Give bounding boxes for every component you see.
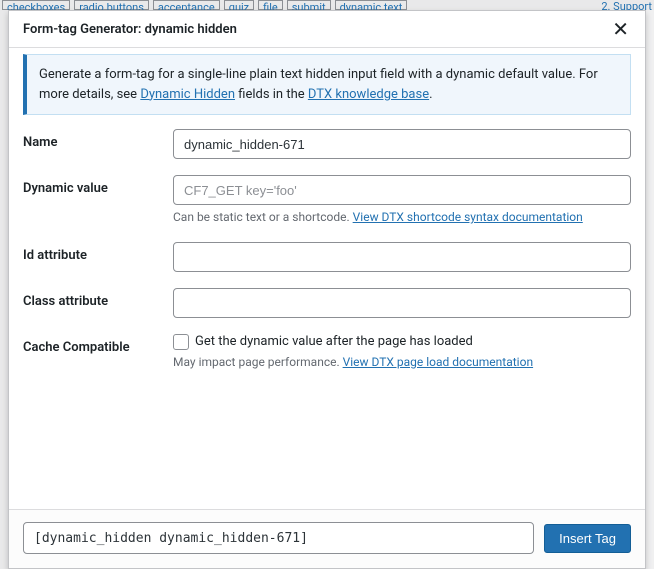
close-icon[interactable]: ✕ (610, 19, 631, 39)
class-attribute-label: Class attribute (23, 288, 173, 309)
dtx-kb-link[interactable]: DTX knowledge base (308, 87, 429, 102)
page-load-docs-link[interactable]: View DTX page load documentation (343, 355, 533, 369)
bg-tab[interactable]: submit (287, 0, 331, 10)
row-dynamic-value: Dynamic value Can be static text or a sh… (23, 175, 631, 226)
dynamic-value-label: Dynamic value (23, 175, 173, 196)
help-text: May impact page performance. (173, 355, 343, 369)
cache-compatible-checkbox[interactable] (173, 334, 189, 350)
id-attribute-input[interactable] (173, 242, 631, 272)
name-label: Name (23, 129, 173, 150)
banner-text: . (429, 87, 432, 102)
modal-title: Form-tag Generator: dynamic hidden (23, 22, 237, 37)
cache-compatible-label: Cache Compatible (23, 334, 173, 355)
bg-support-link[interactable]: 2. Support (601, 0, 652, 10)
row-name: Name (23, 129, 631, 159)
bg-tab[interactable]: quiz (224, 0, 254, 10)
row-id-attribute: Id attribute (23, 242, 631, 272)
bg-tab[interactable]: file (258, 0, 283, 10)
banner-text: fields in the (235, 87, 308, 102)
bg-tab[interactable]: radio buttons (74, 0, 149, 10)
id-attribute-label: Id attribute (23, 242, 173, 263)
background-tabs: checkboxes radio buttons acceptance quiz… (0, 0, 654, 10)
info-banner: Generate a form-tag for a single-line pl… (23, 54, 631, 115)
help-text: Can be static text or a shortcode. (173, 210, 353, 224)
form-tag-generator-modal: Form-tag Generator: dynamic hidden ✕ Gen… (8, 10, 646, 569)
shortcode-docs-link[interactable]: View DTX shortcode syntax documentation (353, 210, 583, 224)
bg-tab[interactable]: dynamic text (335, 0, 408, 10)
cache-compatible-checkbox-label[interactable]: Get the dynamic value after the page has… (195, 334, 473, 349)
modal-header: Form-tag Generator: dynamic hidden ✕ (9, 11, 645, 48)
background-dim (0, 10, 8, 569)
bg-tab[interactable]: acceptance (153, 0, 220, 10)
name-input[interactable] (173, 129, 631, 159)
dynamic-value-help: Can be static text or a shortcode. View … (173, 209, 631, 226)
cache-compatible-help: May impact page performance. View DTX pa… (173, 354, 631, 371)
insert-tag-button[interactable]: Insert Tag (544, 524, 631, 553)
bg-tab[interactable]: checkboxes (2, 0, 70, 10)
modal-footer: Insert Tag (9, 509, 645, 568)
dynamic-hidden-link[interactable]: Dynamic Hidden (140, 87, 235, 102)
modal-body: Generate a form-tag for a single-line pl… (9, 48, 645, 509)
class-attribute-input[interactable] (173, 288, 631, 318)
dynamic-value-input[interactable] (173, 175, 631, 205)
row-cache-compatible: Cache Compatible Get the dynamic value a… (23, 334, 631, 371)
tag-output-field[interactable] (23, 522, 534, 554)
row-class-attribute: Class attribute (23, 288, 631, 318)
